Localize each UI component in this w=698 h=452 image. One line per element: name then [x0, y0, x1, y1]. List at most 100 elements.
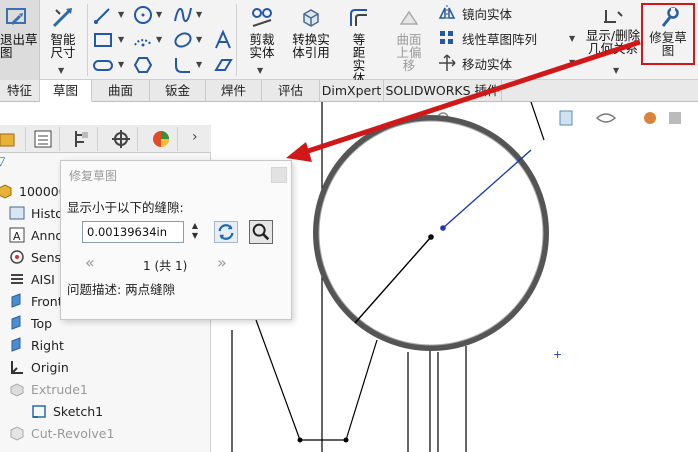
- tree-item-extrude1[interactable]: Extrude1: [8, 379, 88, 399]
- tree-label: Sketch1: [53, 403, 104, 419]
- origin-icon: [11, 361, 23, 374]
- text-icon: [215, 29, 231, 49]
- tree-item-right-plane[interactable]: Right: [8, 335, 64, 355]
- offset-on-surface-label: 曲面上偏移: [396, 32, 422, 73]
- relations-caret-icon[interactable]: ▼: [613, 66, 619, 75]
- tab-sheet-metal[interactable]: 钣金: [150, 80, 206, 102]
- polygon-tool[interactable]: [132, 54, 154, 76]
- tree-label: Cut-Revolve1: [31, 425, 115, 441]
- circle-caret-icon[interactable]: ▼: [156, 10, 162, 19]
- repair-sketch-button[interactable]: 修复草图: [641, 3, 695, 65]
- tab-weldments[interactable]: 焊件: [206, 80, 262, 102]
- rectangle-caret-icon[interactable]: ▼: [118, 35, 124, 44]
- exit-sketch-button[interactable]: 退出草图: [0, 0, 40, 80]
- problem-description: 问题描述: 两点缝隙: [67, 282, 176, 297]
- tree-item-cut-revolve1[interactable]: Cut-Revolve1: [8, 423, 114, 443]
- command-manager-tabs: 特征 草图 曲面 钣金 焊件 评估 DimXpert SOLIDWORKS 插件: [0, 80, 698, 102]
- line-tool[interactable]: [92, 4, 114, 26]
- trim-entities-button[interactable]: 剪裁实体 ▼: [239, 6, 285, 75]
- tree-item-top-plane[interactable]: Top: [8, 313, 52, 333]
- gap-spinner[interactable]: ▲ ▼: [189, 221, 201, 243]
- offset-on-surface-icon: [399, 10, 419, 25]
- tab-propertymanager[interactable]: [26, 127, 60, 151]
- tree-label: Right: [31, 337, 64, 353]
- linear-sketch-pattern-label: 线性草图阵列: [462, 31, 538, 47]
- smart-dimension-button[interactable]: 智能尺寸 ▼: [40, 6, 86, 75]
- trim-caret-icon[interactable]: ▼: [257, 64, 263, 77]
- ribbon-separator: [87, 4, 88, 76]
- smart-dimension-icon: [52, 8, 72, 28]
- convert-entities-icon: [303, 9, 319, 27]
- annotations-icon: A: [9, 227, 25, 243]
- tab-sketch[interactable]: 草图: [40, 80, 92, 102]
- tab-dimxpert[interactable]: DimXpert: [320, 80, 384, 102]
- pattern-caret-icon[interactable]: ▼: [569, 34, 575, 43]
- tab-dimxpertmanager[interactable]: [104, 127, 138, 151]
- spin-up-icon[interactable]: ▲: [189, 221, 201, 231]
- tab-displaymanager[interactable]: [144, 127, 178, 151]
- previous-gap-icon[interactable]: «: [85, 253, 95, 272]
- plane-tool[interactable]: [212, 54, 234, 76]
- ellipse-caret-icon[interactable]: ▼: [196, 35, 202, 44]
- tab-featuremanager[interactable]: [0, 127, 26, 151]
- tree-label: Origin: [31, 359, 69, 375]
- svg-text:A: A: [13, 230, 21, 243]
- offset-entities-button[interactable]: 等距实体: [336, 6, 382, 85]
- tab-features[interactable]: 特征: [0, 80, 40, 102]
- dialog-close-icon[interactable]: [271, 167, 287, 183]
- spline-tool[interactable]: [172, 4, 194, 26]
- gap-threshold-input[interactable]: [82, 221, 184, 243]
- trim-icon: [252, 8, 272, 27]
- fillet-tool[interactable]: [172, 54, 194, 76]
- move-caret-icon[interactable]: ▼: [569, 58, 575, 67]
- manager-pane-tabs: ›: [0, 125, 211, 153]
- tree-label: AISI: [31, 271, 55, 287]
- mirror-entities-label: 镜向实体: [462, 6, 513, 22]
- part-icon: [0, 184, 12, 199]
- tab-solidworks-addins[interactable]: SOLIDWORKS 插件: [384, 80, 502, 102]
- exit-sketch-icon: [5, 8, 26, 26]
- tree-item-material[interactable]: AISI: [8, 269, 55, 289]
- tab-surfaces[interactable]: 曲面: [92, 80, 150, 102]
- rectangle-tool[interactable]: [92, 29, 114, 51]
- arc-tool[interactable]: [132, 29, 154, 51]
- gap-counter: 1 (共 1): [143, 259, 188, 273]
- text-tool[interactable]: [212, 29, 234, 51]
- spline-caret-icon[interactable]: ▼: [196, 10, 202, 19]
- zoom-to-gap-button[interactable]: [249, 220, 273, 244]
- slot-tool[interactable]: [92, 54, 114, 76]
- circle-tool[interactable]: [132, 4, 154, 26]
- fillet-caret-icon[interactable]: ▼: [196, 60, 202, 69]
- tab-configurationmanager[interactable]: [64, 127, 98, 151]
- convert-entities-button[interactable]: 转换实体引用: [288, 6, 334, 59]
- spin-down-icon[interactable]: ▼: [189, 231, 201, 241]
- spline-icon: [174, 7, 192, 22]
- tab-evaluate[interactable]: 评估: [262, 80, 320, 102]
- slot-caret-icon[interactable]: ▼: [118, 60, 124, 69]
- tree-item-sketch1[interactable]: Sketch1: [30, 401, 103, 421]
- move-entities-button[interactable]: 移动实体: [438, 52, 512, 74]
- rectangle-icon: [94, 33, 112, 47]
- mirror-entities-button[interactable]: 镜向实体: [438, 2, 512, 24]
- relations-icon: [604, 10, 623, 23]
- history-icon: [9, 206, 25, 220]
- ellipse-icon: [174, 32, 192, 48]
- display-delete-relations-button[interactable]: 显示/删除几何关系: [584, 6, 642, 55]
- polygon-icon: [133, 57, 153, 73]
- filter-icon[interactable]: ▽: [0, 154, 5, 168]
- exit-sketch-label: 退出草图: [0, 32, 38, 60]
- displaymanager-icon: [153, 131, 169, 147]
- tree-item-origin[interactable]: Origin: [8, 357, 69, 377]
- offset-on-surface-button[interactable]: 曲面上偏移: [386, 6, 432, 72]
- chevron-right-icon[interactable]: ›: [192, 129, 198, 145]
- tree-item-front-plane[interactable]: Front: [8, 291, 63, 311]
- ellipse-tool[interactable]: [172, 29, 194, 51]
- sketch-plane-icon: [214, 59, 233, 71]
- smart-dimension-caret-icon[interactable]: ▼: [58, 64, 64, 77]
- next-gap-icon[interactable]: »: [217, 253, 227, 272]
- linear-sketch-pattern-button[interactable]: 线性草图阵列: [438, 27, 537, 49]
- gap-threshold-label: 显示小于以下的缝隙:: [67, 200, 184, 215]
- line-caret-icon[interactable]: ▼: [118, 10, 124, 19]
- arc-caret-icon[interactable]: ▼: [156, 35, 162, 44]
- refresh-button[interactable]: [214, 221, 238, 243]
